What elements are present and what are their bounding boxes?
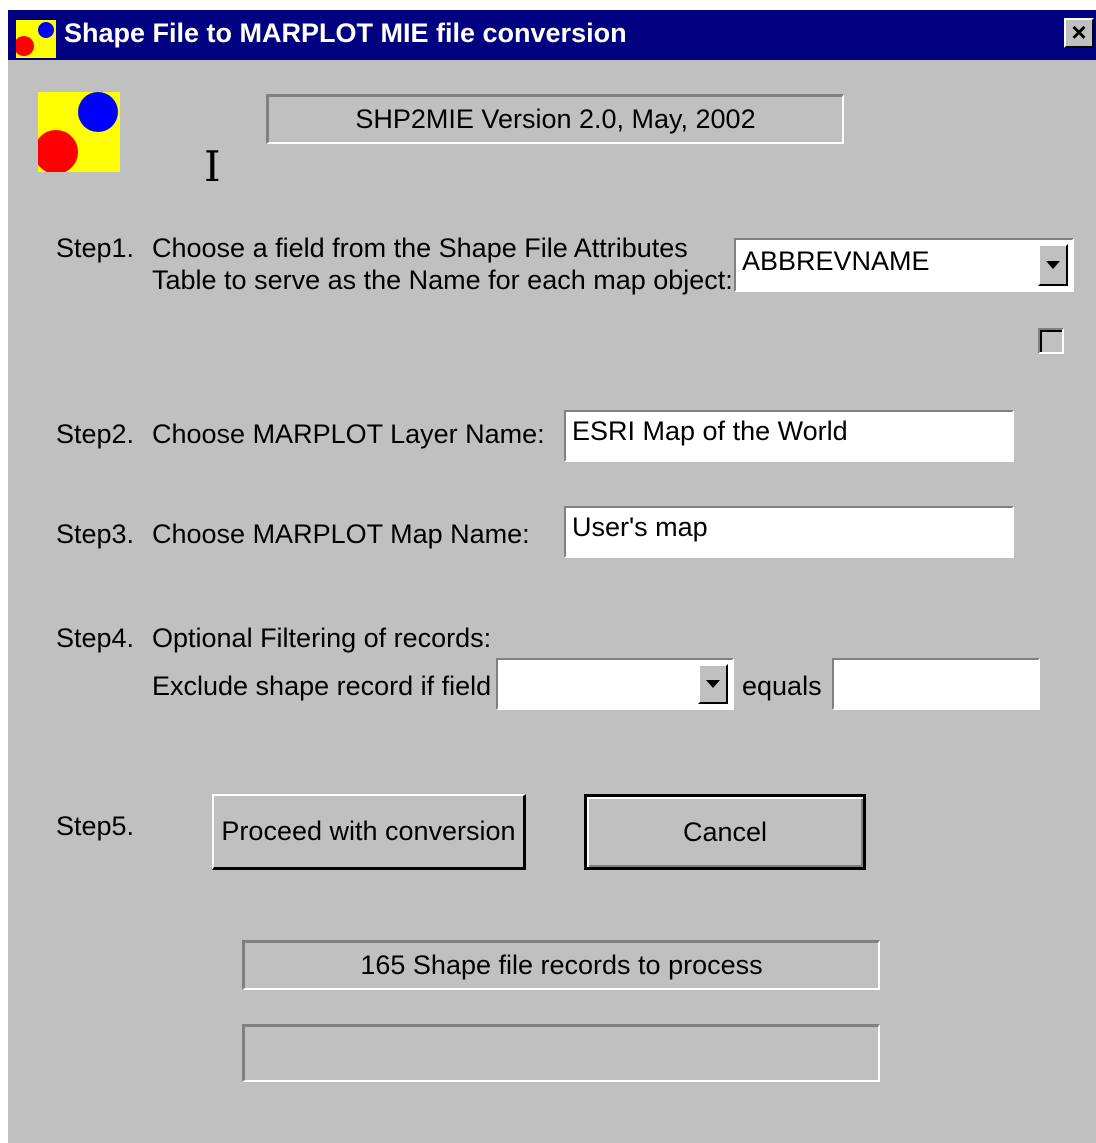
filter-value-input[interactable] [832, 658, 1040, 710]
filter-field-combobox[interactable] [496, 658, 734, 710]
step5-label: Step5. [56, 811, 135, 841]
proceed-button[interactable]: Proceed with conversion [212, 794, 526, 870]
text-cursor-icon: I [204, 142, 221, 191]
step2-label: Step2. [56, 419, 135, 449]
chevron-down-icon[interactable] [698, 664, 728, 704]
conversion-dialog: Shape File to MARPLOT MIE file conversio… [8, 10, 1096, 1143]
equals-label: equals [742, 671, 822, 701]
title-bar[interactable]: Shape File to MARPLOT MIE file conversio… [8, 10, 1096, 60]
version-label: SHP2MIE Version 2.0, May, 2002 [266, 94, 844, 144]
step3-text: Choose MARPLOT Map Name: [152, 519, 530, 549]
layer-name-input[interactable]: ESRI Map of the World [564, 410, 1014, 462]
step1-label: Step1. [56, 233, 135, 263]
name-field-value: ABBREVNAME [742, 246, 930, 276]
step4-label: Step4. [56, 623, 135, 653]
option-checkbox[interactable] [1038, 328, 1064, 354]
logo-icon [38, 92, 120, 172]
step4-text-line1: Optional Filtering of records: [152, 623, 492, 653]
map-name-value: User's map [572, 512, 708, 542]
records-status: 165 Shape file records to process [242, 940, 880, 990]
step2-text: Choose MARPLOT Layer Name: [152, 419, 545, 449]
step1-text-line2: Table to serve as the Name for each map … [152, 265, 733, 295]
app-icon [16, 20, 56, 58]
step4-text-line2: Exclude shape record if field [152, 671, 492, 701]
layer-name-value: ESRI Map of the World [572, 416, 848, 446]
step3-label: Step3. [56, 519, 135, 549]
step1-text-line1: Choose a field from the Shape File Attri… [152, 233, 688, 263]
map-name-input[interactable]: User's map [564, 506, 1014, 558]
cancel-button[interactable]: Cancel [584, 794, 866, 870]
chevron-down-icon[interactable] [1038, 244, 1068, 286]
progress-bar [242, 1024, 880, 1082]
name-field-combobox[interactable]: ABBREVNAME [734, 238, 1074, 292]
close-icon[interactable]: × [1064, 18, 1094, 48]
window-title: Shape File to MARPLOT MIE file conversio… [64, 18, 627, 48]
